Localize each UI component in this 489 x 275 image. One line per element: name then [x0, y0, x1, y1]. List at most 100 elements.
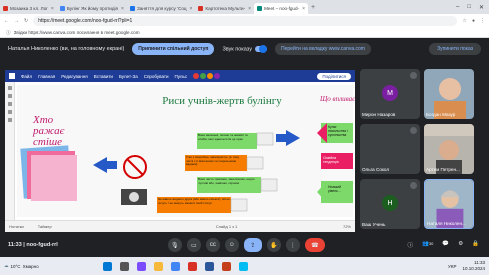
- start-icon[interactable]: [102, 261, 112, 271]
- star-icon[interactable]: ☆: [462, 18, 466, 24]
- menu-edit[interactable]: Редагування: [61, 74, 87, 79]
- switch-tab-button[interactable]: Перейти на вкладку www.canva.com: [275, 43, 371, 55]
- close-window-icon[interactable]: ✕: [479, 4, 484, 11]
- browser-tab-1[interactable]: Булінг Як йому протидія ×: [57, 3, 127, 14]
- more-icon: ⋮: [289, 242, 296, 249]
- present-icon: ⇪: [250, 242, 256, 249]
- info-button-icon[interactable]: ⓘ: [408, 241, 414, 249]
- share-presentation-button[interactable]: Поділитися: [317, 72, 351, 80]
- menu-home[interactable]: Главная: [38, 74, 55, 79]
- participant-tile[interactable]: Ольга Сокол: [360, 124, 420, 174]
- maximize-icon[interactable]: □: [467, 4, 471, 11]
- close-icon[interactable]: ×: [121, 6, 124, 12]
- slide-box-4: Не мають жодного друга (або мають кілько…: [158, 198, 230, 205]
- slide-box-2: Учні з хворобою, інвалідністю, (в тому ч…: [186, 156, 240, 167]
- activities-icon[interactable]: ⚙: [458, 241, 463, 249]
- word-icon[interactable]: [204, 261, 214, 271]
- participant-tile[interactable]: Артем Петрен...: [424, 124, 474, 174]
- participants-count: 30: [428, 241, 434, 246]
- captions-button[interactable]: cc: [205, 238, 220, 252]
- captions-icon: cc: [209, 242, 216, 248]
- hand-icon: ✋: [270, 242, 278, 249]
- minimize-icon[interactable]: –: [456, 4, 459, 11]
- tab-favicon-icon: [59, 6, 65, 11]
- thumb-icon[interactable]: [8, 86, 12, 90]
- thumb-icon[interactable]: [8, 94, 12, 98]
- browser-tab-2[interactable]: Заняття для курсу 'Соц ×: [127, 3, 195, 14]
- profile-icon[interactable]: ●: [472, 18, 475, 24]
- close-icon[interactable]: ×: [51, 6, 54, 12]
- task-view-icon[interactable]: [136, 261, 146, 271]
- slide-canvas: Риси учнів-жертв булінгу Хто ражає стіше…: [17, 85, 355, 217]
- raise-hand-button[interactable]: ✋: [266, 238, 281, 252]
- emoji-button[interactable]: ☺: [224, 238, 239, 252]
- thumb-icon[interactable]: [8, 110, 12, 114]
- more-options-button[interactable]: ⋮: [285, 238, 300, 252]
- menu-pulse[interactable]: Пульс: [174, 74, 187, 79]
- notes-button[interactable]: Нотатки: [9, 224, 24, 229]
- file-explorer-icon[interactable]: [153, 261, 163, 271]
- mic-off-icon: [410, 127, 417, 134]
- presentation-toolbar: Файл Главная Редагування Вставити Булет-…: [5, 70, 355, 82]
- participant-tile[interactable]: Н Ваш Учень: [360, 179, 420, 229]
- menu-try[interactable]: Спробувати: [144, 74, 169, 79]
- slide-right-box-1: Культ насильства і суспільства: [328, 125, 348, 137]
- system-clock[interactable]: 11:33 10.10.2024: [462, 260, 485, 272]
- thumb-icon[interactable]: [8, 102, 12, 106]
- meet-controls-bar: 11:33 | noo-fgud-rrl 🎙 ▭ cc ☺ ⇪ ✋ ⋮ ☎ ⓘ …: [0, 235, 489, 255]
- leave-call-button[interactable]: ☎: [304, 238, 325, 252]
- stop-show-button[interactable]: Зупинити показ: [429, 43, 481, 55]
- avatar: М: [382, 85, 398, 101]
- url-field[interactable]: https://meet.google.com/noo-fgud-rrl?pli…: [33, 16, 458, 26]
- participant-tile-self[interactable]: Наталя Николен...: [424, 179, 474, 229]
- presenter-label: Наталья Николенко (ви, на головному екра…: [8, 46, 125, 52]
- participant-tile[interactable]: Богдан Мазур: [424, 69, 474, 119]
- avatar: [200, 73, 207, 79]
- clock-date: 10.10.2024: [462, 266, 485, 271]
- avatar-initial: М: [387, 89, 393, 97]
- camera-button[interactable]: ▭: [186, 238, 201, 252]
- telegram-icon[interactable]: [238, 261, 248, 271]
- mic-button[interactable]: 🎙: [167, 238, 182, 252]
- slide-left-text: Хто ражає стіше: [33, 114, 65, 148]
- thumb-icon[interactable]: [8, 118, 12, 122]
- close-icon[interactable]: ×: [302, 6, 305, 12]
- forward-icon[interactable]: →: [14, 18, 19, 24]
- browser-tab-4[interactable]: Meet – noo-fgud- ×: [254, 3, 308, 14]
- reload-icon[interactable]: ↻: [24, 18, 28, 24]
- new-tab-button[interactable]: +: [311, 4, 315, 11]
- avatar: [207, 73, 214, 79]
- menu-file[interactable]: Файл: [21, 74, 32, 79]
- browser-tab-0[interactable]: Мозаика 3 кл. Лог ×: [0, 3, 57, 14]
- present-button[interactable]: ⇪: [243, 238, 262, 252]
- lock-icon[interactable]: 🔒: [472, 241, 479, 249]
- menu-icon[interactable]: ⋮: [480, 18, 485, 24]
- opera-icon[interactable]: [187, 261, 197, 271]
- stop-sharing-button[interactable]: Припинити спільний доступ: [132, 43, 215, 55]
- sound-toggle[interactable]: Звук показу: [222, 44, 268, 53]
- people-button[interactable]: 👥30: [422, 241, 433, 249]
- side-buttons: ⓘ 👥30 💬 ⚙ 🔒: [408, 241, 489, 249]
- chat-icon[interactable]: 💬: [442, 241, 449, 249]
- menu-insert[interactable]: Вставити: [94, 74, 113, 79]
- window-controls: – □ ✕: [456, 4, 489, 11]
- close-icon[interactable]: ×: [248, 6, 251, 12]
- presentation-statusbar: Нотатки Таймер Слайд 1 з 1 72%: [5, 220, 355, 232]
- slide-box-1: Вони маленькі, погано та невмілі та слаб…: [198, 134, 248, 141]
- slide-title: Риси учнів-жертв булінгу: [162, 95, 282, 107]
- powerpoint-icon[interactable]: [221, 261, 231, 271]
- info-icon: ⓘ: [6, 29, 11, 35]
- menu-bullet[interactable]: Булет-За: [119, 74, 138, 79]
- lang-indicator[interactable]: УКР: [448, 264, 456, 269]
- participant-tile[interactable]: М Мирон Назаров: [360, 69, 420, 119]
- emoji-icon: ☺: [228, 242, 235, 248]
- shared-screen: Файл Главная Редагування Вставити Булет-…: [5, 70, 355, 232]
- weather-widget[interactable]: ☁ 10°C Хмарно: [4, 263, 39, 269]
- browser-tab-3[interactable]: Картотека Мульти- ×: [195, 3, 254, 14]
- timer-button[interactable]: Таймер: [38, 224, 52, 229]
- close-icon[interactable]: ×: [190, 6, 193, 12]
- chrome-icon[interactable]: [170, 261, 180, 271]
- search-icon[interactable]: [119, 261, 129, 271]
- participant-name: Ольга Сокол: [362, 167, 390, 172]
- back-icon[interactable]: ←: [4, 18, 9, 24]
